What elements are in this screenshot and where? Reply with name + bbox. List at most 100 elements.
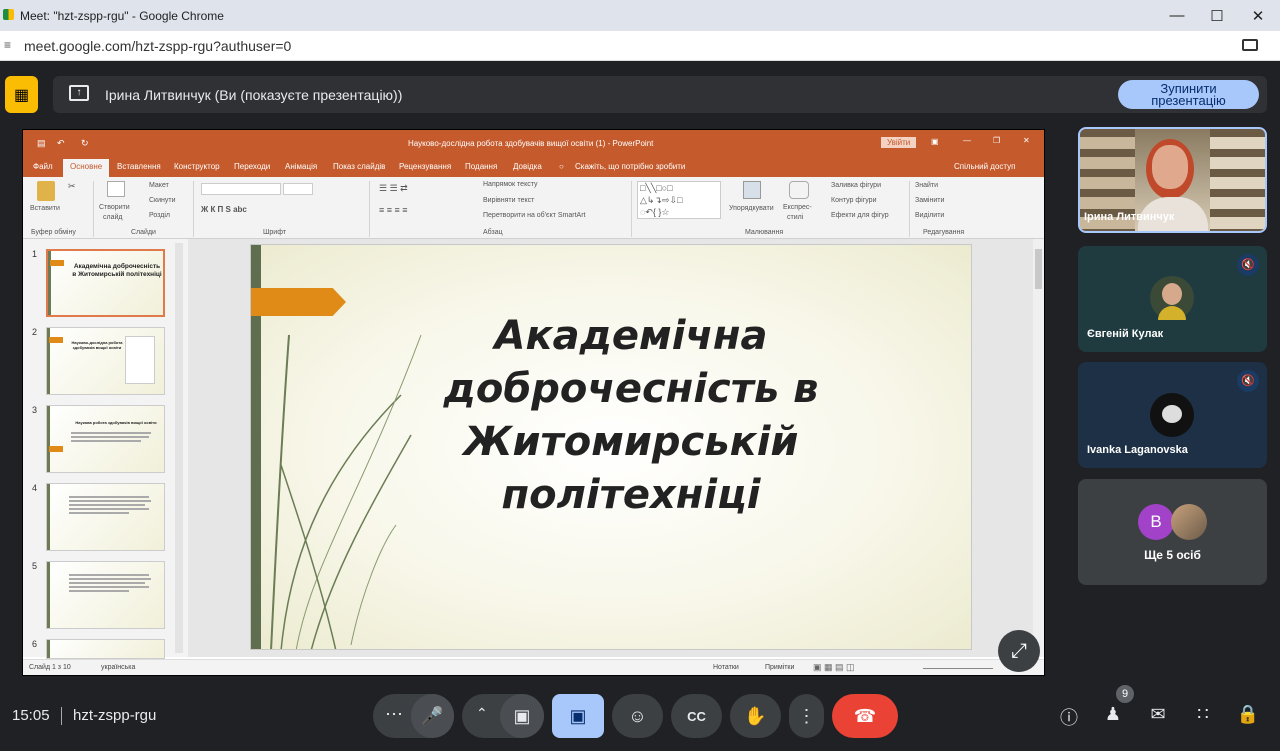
ppt-minimize-icon[interactable]: —: [963, 136, 971, 145]
font-format-icons[interactable]: Ж К П S abc: [201, 205, 247, 214]
smartart-button[interactable]: Перетворити на об'єкт SmartArt: [483, 212, 586, 219]
comments-button[interactable]: Примітки: [765, 664, 794, 671]
participant-tile-3[interactable]: 🔇 Ivanka Laganovska: [1078, 362, 1267, 468]
slide-thumbnail-4[interactable]: [46, 483, 165, 551]
shape-fill-button[interactable]: Заливка фігури: [831, 182, 881, 189]
slide-thumbnail-5[interactable]: [46, 561, 165, 629]
align-text-button[interactable]: Вирівняти текст: [483, 197, 534, 204]
slide-thumbnail-3[interactable]: Наукова робота здобувачів вищої освіти: [46, 405, 165, 473]
activities-icon[interactable]: ∷: [1190, 704, 1216, 730]
font-name-box[interactable]: [201, 183, 281, 195]
shape-effects-button[interactable]: Ефекти для фігур: [831, 212, 889, 219]
ribbon-options-icon[interactable]: ▣: [931, 137, 939, 146]
tab-review[interactable]: Рецензування: [399, 162, 451, 171]
tab-design[interactable]: Конструктор: [174, 162, 220, 171]
select-button[interactable]: Виділити: [915, 212, 944, 219]
audio-options-icon[interactable]: ⋯: [385, 704, 403, 725]
microphone-icon[interactable]: 🎤: [411, 694, 454, 738]
find-button[interactable]: Знайти: [915, 182, 938, 189]
tab-animation[interactable]: Анімація: [285, 162, 317, 171]
align-icons[interactable]: ≡ ≡ ≡ ≡: [379, 205, 408, 215]
new-slide-icon[interactable]: [107, 181, 125, 197]
thumb-number-2: 2: [32, 327, 38, 337]
participant-tile-2[interactable]: 🔇 Євгеній Кулак: [1078, 246, 1267, 352]
tab-view[interactable]: Подання: [465, 162, 497, 171]
list-icons[interactable]: ☰ ☰ ⇄: [379, 183, 408, 194]
tab-transitions[interactable]: Переходи: [234, 162, 270, 171]
font-size-box[interactable]: [283, 183, 313, 195]
slide-thumbnail-2[interactable]: Науково-дослідна робота здобувачів вищої…: [46, 327, 165, 395]
tab-help[interactable]: Довідка: [513, 162, 542, 171]
text-direction-button[interactable]: Напрямок тексту: [483, 181, 538, 188]
current-slide[interactable]: Академічна доброчесність в Житомирській …: [250, 244, 972, 650]
view-buttons-icon[interactable]: ▣ ▦ ▤ ◫: [813, 662, 855, 673]
camera-permission-icon[interactable]: [1242, 39, 1258, 51]
leave-call-button[interactable]: ☎: [832, 694, 898, 738]
thumbs-scrollbar[interactable]: [175, 243, 183, 653]
reset-button[interactable]: Скинути: [149, 197, 176, 204]
close-icon[interactable]: ✕: [1238, 0, 1278, 31]
slide-thumbnail-1[interactable]: Академічна доброчесність в Житомирській …: [46, 249, 165, 317]
cut-icon[interactable]: ✂: [68, 181, 76, 192]
shapes-gallery[interactable]: □╲╲□○□ △↳↴⇨⇩□ ◌↶{ }☆: [637, 181, 721, 219]
new-slide-label-2[interactable]: слайд: [103, 214, 122, 221]
new-slide-label-1[interactable]: Створити: [99, 204, 130, 211]
muted-mic-icon: 🔇: [1237, 254, 1259, 276]
section-button[interactable]: Розділ: [149, 212, 170, 219]
more-options-button[interactable]: ⋮: [789, 694, 824, 738]
host-controls-icon[interactable]: 🔒: [1235, 704, 1261, 730]
layout-button[interactable]: Макет: [149, 182, 169, 189]
thumb-text-2: Науково-дослідна робота здобувачів вищої…: [71, 340, 123, 350]
captions-button[interactable]: CC: [671, 694, 722, 738]
zoom-slider[interactable]: [923, 668, 993, 669]
fullscreen-icon[interactable]: ⤢: [998, 630, 1040, 672]
quick-styles-icon[interactable]: [789, 181, 809, 199]
editing-group-label: Редагування: [923, 229, 965, 236]
tab-slideshow[interactable]: Показ слайдів: [333, 162, 385, 171]
chat-icon[interactable]: ✉: [1145, 704, 1171, 730]
url-text[interactable]: meet.google.com/hzt-zspp-rgu?authuser=0: [24, 38, 291, 54]
reactions-button[interactable]: ☺: [612, 694, 663, 738]
minimize-icon[interactable]: —: [1157, 0, 1197, 31]
arrange-icon[interactable]: [743, 181, 761, 199]
address-bar[interactable]: ≡ meet.google.com/hzt-zspp-rgu?authuser=…: [0, 31, 1280, 61]
more-participants-tile[interactable]: B Ще 5 осіб: [1078, 479, 1267, 585]
slide-thumbnail-6[interactable]: [46, 639, 165, 659]
chevron-up-icon[interactable]: ⌃: [476, 705, 488, 722]
signin-button[interactable]: Увійти: [881, 137, 917, 148]
ppt-close-icon[interactable]: ✕: [1023, 136, 1030, 145]
save-icon[interactable]: ▤: [37, 138, 46, 149]
thumb-number-4: 4: [32, 483, 38, 493]
participant-tile-1[interactable]: Ірина Литвинчук: [1078, 127, 1267, 233]
share-button[interactable]: Спільний доступ: [954, 162, 1016, 171]
quick-styles-label-2[interactable]: стилі: [787, 214, 803, 221]
quick-styles-label-1[interactable]: Експрес-: [783, 204, 812, 211]
tab-insert[interactable]: Вставлення: [117, 162, 161, 171]
tab-home[interactable]: Основне: [70, 162, 102, 171]
captions-icon: CC: [687, 708, 706, 724]
camera-icon[interactable]: ▣: [500, 694, 544, 738]
tell-me-search[interactable]: Скажіть, що потрібно зробити: [575, 162, 685, 171]
notes-button[interactable]: Нотатки: [713, 664, 739, 671]
muted-mic-icon: 🔇: [1237, 370, 1259, 392]
shape-outline-button[interactable]: Контур фігури: [831, 197, 876, 204]
paste-label[interactable]: Вставити: [30, 205, 60, 212]
undo-icon[interactable]: ↶: [57, 138, 65, 149]
participant-avatar-2: [1150, 276, 1194, 320]
present-screen-icon: ↑: [69, 85, 89, 101]
arrange-label[interactable]: Упорядкувати: [729, 205, 774, 212]
slide-scrollbar[interactable]: [1033, 239, 1044, 657]
raise-hand-button[interactable]: ✋: [730, 694, 781, 738]
present-button[interactable]: ▣: [552, 694, 604, 738]
tab-file[interactable]: Файл: [33, 162, 53, 171]
paste-icon[interactable]: [37, 181, 55, 201]
redo-icon[interactable]: ↻: [81, 138, 89, 149]
stop-presenting-button[interactable]: Зупинити презентацію: [1118, 80, 1259, 109]
presenting-text: Ірина Литвинчук (Ви (показуєте презентац…: [105, 87, 403, 103]
people-icon[interactable]: ♟: [1100, 704, 1126, 730]
replace-button[interactable]: Замінити: [915, 197, 944, 204]
ppt-restore-icon[interactable]: ❐: [993, 136, 1000, 145]
maximize-icon[interactable]: ☐: [1197, 0, 1237, 31]
meeting-info-icon[interactable]: ⓘ: [1056, 704, 1082, 730]
site-info-icon[interactable]: ≡: [4, 38, 11, 52]
